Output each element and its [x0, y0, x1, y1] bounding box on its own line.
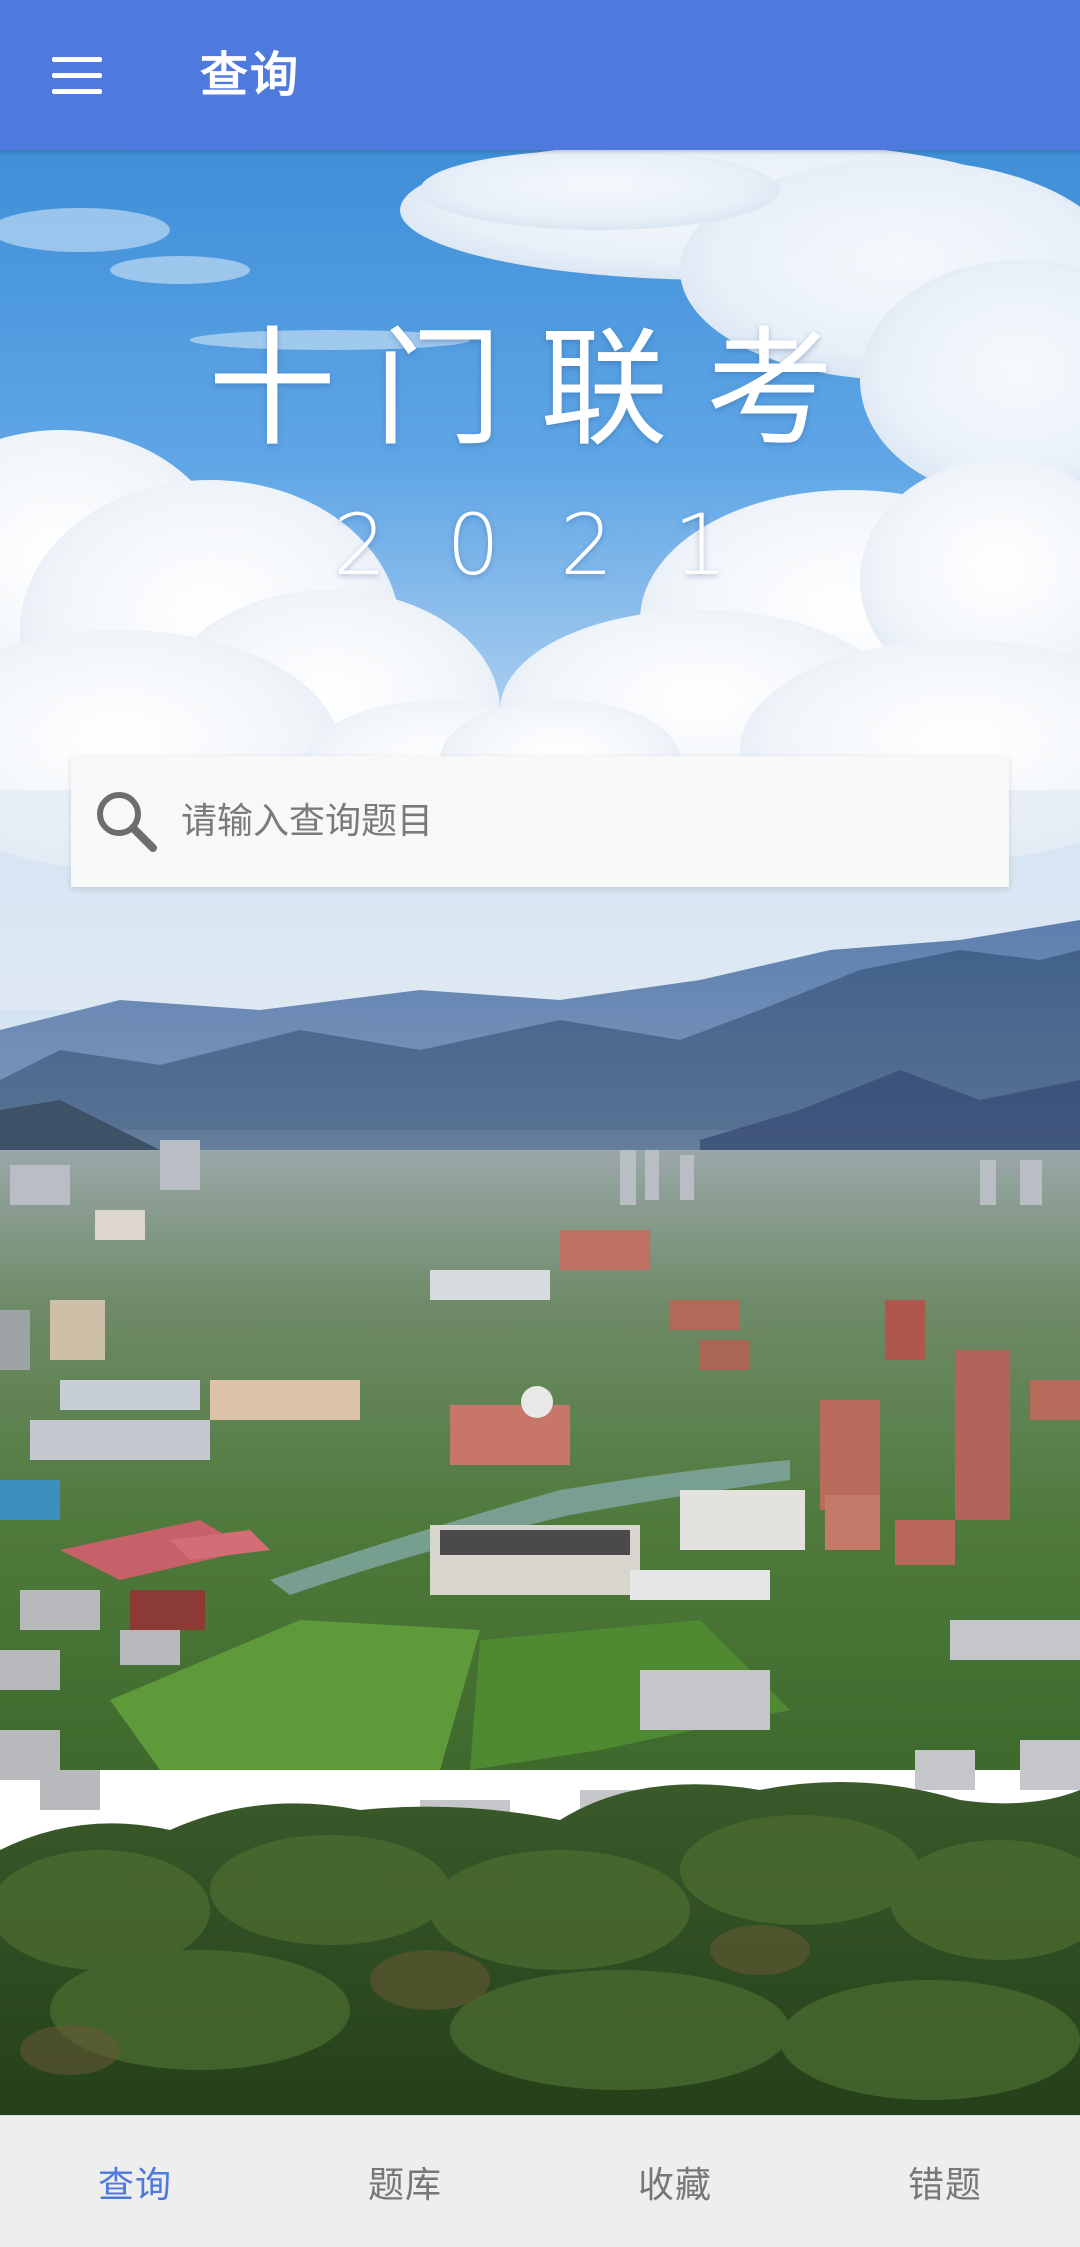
menu-button[interactable]	[38, 42, 114, 108]
page-title: 查询	[200, 47, 301, 103]
nav-tab-favorites[interactable]: 收藏	[540, 2116, 810, 2247]
nav-tab-question-bank[interactable]: 题库	[270, 2116, 540, 2247]
search-icon	[91, 786, 163, 858]
hero-title: 十门联考	[207, 315, 872, 464]
search-box[interactable]	[71, 756, 1009, 887]
hero-year: 2021	[333, 496, 787, 594]
search-input[interactable]	[173, 756, 983, 887]
nav-tab-label: 错题	[907, 2165, 982, 2206]
hero-banner: 十门联考 2021	[0, 150, 1080, 2115]
nav-tab-wrong-answers[interactable]: 错题	[810, 2116, 1080, 2247]
app-root: 查询 十门联考 2021 请输入查询题目 查询 题库 收藏 错题	[0, 0, 1080, 2247]
nav-tab-label: 查询	[97, 2165, 172, 2206]
nav-tab-label: 收藏	[637, 2165, 712, 2206]
nav-tab-query[interactable]: 查询	[0, 2116, 270, 2247]
nav-tab-label: 题库	[367, 2165, 442, 2206]
top-app-bar: 查询	[0, 0, 1080, 150]
bottom-navigation: 查询 题库 收藏 错题	[0, 2115, 1080, 2247]
